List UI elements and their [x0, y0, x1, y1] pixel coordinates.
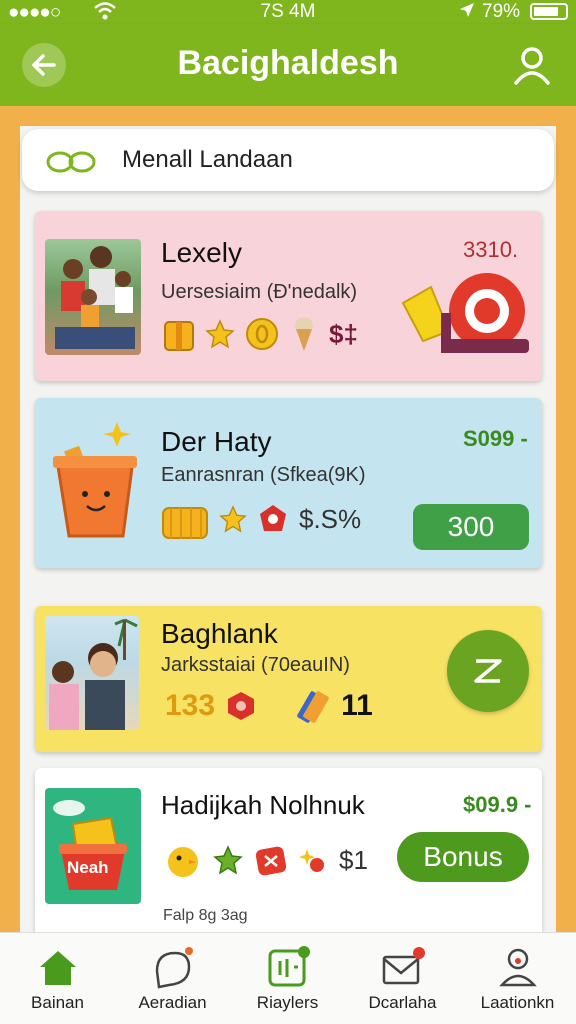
status-bar: ●●●●○ 7S 4M 79%	[0, 0, 576, 24]
star-icon	[205, 319, 235, 349]
mail-icon	[382, 947, 425, 985]
star-icon	[213, 845, 243, 875]
card-price: S099 -	[463, 426, 528, 451]
tab-home[interactable]: Bainan	[0, 933, 115, 1024]
sparkle-icon	[299, 849, 324, 872]
card-subtitle: Jarksstaiai (70eauIN)	[161, 654, 350, 676]
family-photo	[45, 239, 141, 355]
swap-button[interactable]	[447, 630, 529, 712]
star-icon	[219, 505, 247, 533]
coin-icon	[246, 318, 278, 350]
reward-icons: $.S%	[161, 498, 361, 540]
tab-players[interactable]: Riaylers	[230, 933, 345, 1024]
tab-label: Aeradian	[138, 993, 207, 1012]
bottom-tab-bar: Bainan Aeradian Riaylers Dcarlaha Laatio…	[0, 932, 576, 1024]
tab-explore[interactable]: Aeradian	[115, 933, 230, 1024]
footnote-text: Falp 8g 3ag	[163, 907, 248, 924]
reward-icons: $‡	[163, 315, 358, 353]
card-subtitle: Eanrasnran (Sfkea(9K)	[161, 464, 366, 486]
compass-icon	[155, 947, 193, 989]
candy-icon	[228, 692, 255, 720]
card-title: Hadijkah Nolhnuk	[161, 790, 365, 820]
card-hadijkah[interactable]: Neah Hadijkah Nolhnuk $1 $09.9 - Bonus	[35, 768, 542, 932]
reward-count-b: 11	[341, 689, 373, 722]
side-panel-left	[0, 106, 20, 932]
promo-thumbnail: Neah	[45, 788, 141, 904]
card-baghlank[interactable]: Baghlank Jarksstaiai (70eauIN) 133 11	[35, 606, 542, 752]
reward-icons: 133 11	[165, 688, 373, 724]
gift-box-icon	[162, 507, 208, 539]
user-icon	[514, 47, 550, 85]
tab-label: Laationkn	[480, 993, 555, 1012]
reward-symbol: $‡	[329, 318, 358, 349]
card-price: $09.9 -	[463, 792, 532, 817]
location-icon	[458, 1, 476, 25]
reward-count-a: 133	[165, 689, 216, 722]
card-title: Der Haty	[161, 426, 272, 457]
card-der-haty[interactable]: Der Haty Eanrasnran (Sfkea(9K) $.S% S099…	[35, 398, 542, 568]
tab-label: Dcarlaha	[368, 993, 437, 1012]
battery-percent: 79%	[482, 1, 521, 22]
card-title: Lexely	[161, 237, 242, 268]
home-icon	[40, 951, 76, 985]
search-bar[interactable]: Menall Landaan	[22, 129, 554, 191]
chick-icon	[168, 847, 198, 877]
kids-photo	[45, 616, 139, 730]
page-title: Bacighaldesh	[177, 44, 399, 82]
profile-button[interactable]	[510, 43, 554, 87]
tab-messages[interactable]: Dcarlaha	[345, 933, 460, 1024]
background-band	[0, 106, 576, 126]
mascot-bucket-icon	[53, 422, 137, 538]
badge-icon	[255, 846, 287, 876]
tab-label: Bainan	[31, 993, 84, 1012]
app-bar: Bacighaldesh	[0, 24, 576, 106]
tab-label: Riaylers	[256, 993, 319, 1012]
tab-location[interactable]: Laationkn	[460, 933, 575, 1024]
badge-icon	[260, 505, 286, 531]
card-lexely[interactable]: Lexely Uersesiaim (Ð'nedalk) $‡ 3310.	[35, 211, 542, 381]
reward-icons: $1	[163, 840, 368, 880]
battery-icon	[530, 3, 568, 20]
ticket-icon	[297, 691, 329, 723]
reward-symbol: $1	[339, 844, 368, 875]
claim-button[interactable]: 300	[413, 504, 529, 550]
card-subtitle: Uersesiaim (Ð'nedalk)	[161, 281, 358, 303]
search-text: Menall Landaan	[122, 146, 293, 173]
thumbnail-label: Neah	[67, 858, 109, 877]
link-icon	[46, 151, 96, 173]
side-panel-right	[556, 106, 576, 932]
ice-cream-icon	[295, 317, 313, 351]
bonus-button[interactable]: Bonus	[397, 832, 529, 882]
shuffle-icon	[474, 659, 502, 683]
card-title: Baghlank	[161, 618, 278, 649]
reward-symbol: $.S%	[299, 503, 362, 534]
user-icon	[499, 948, 537, 987]
gift-box-icon	[164, 321, 194, 351]
grid-icon	[268, 946, 310, 987]
target-badge-icon[interactable]	[397, 253, 537, 363]
